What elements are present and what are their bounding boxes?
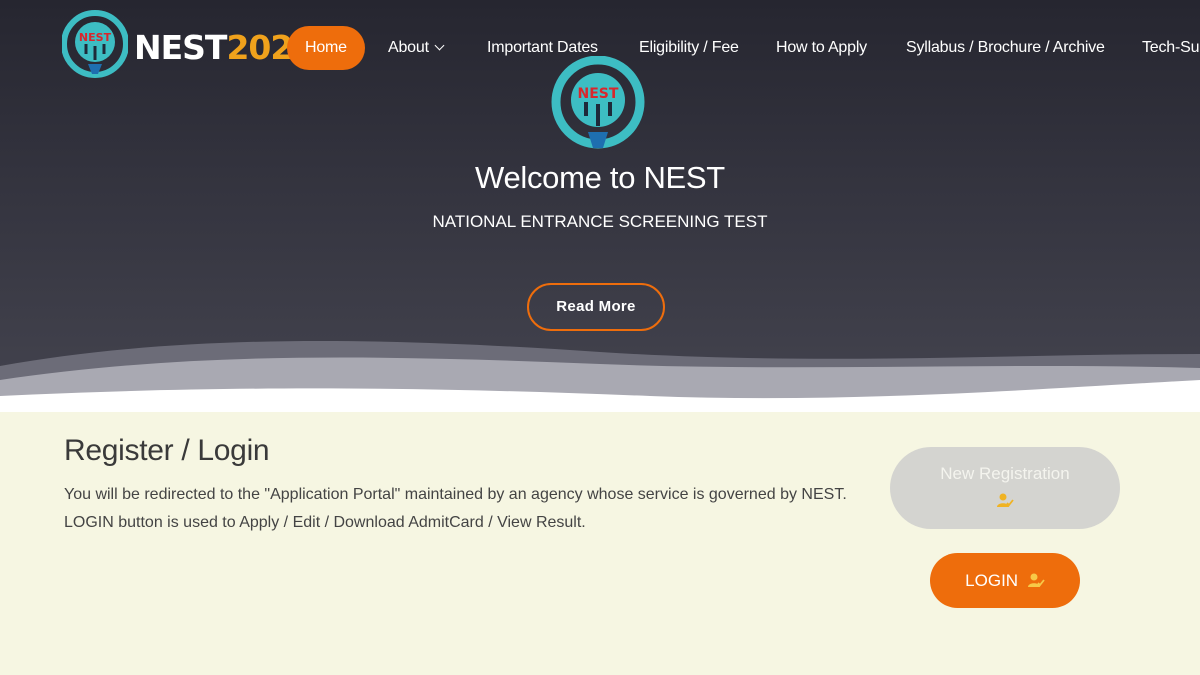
nav-how-to-apply[interactable]: How to Apply — [776, 26, 867, 70]
hero-title: Welcome to NEST — [475, 160, 725, 195]
nav-eligibility-fee[interactable]: Eligibility / Fee — [639, 26, 739, 70]
register-description-line1: You will be redirected to the "Applicati… — [64, 486, 847, 503]
wave-divider — [0, 340, 1200, 412]
emblem-text: NEST — [578, 86, 619, 102]
hero-subtitle: NATIONAL ENTRANCE SCREENING TEST — [432, 212, 768, 231]
register-login-title: Register / Login — [64, 434, 270, 467]
nav-syllabus-brochure-archive[interactable]: Syllabus / Brochure / Archive — [906, 26, 1105, 70]
register-description-line2: LOGIN button is used to Apply / Edit / D… — [64, 514, 586, 531]
nav-tech-support[interactable]: Tech-Sup — [1142, 26, 1200, 70]
user-check-icon — [997, 493, 1014, 507]
chevron-down-icon — [434, 40, 445, 51]
nav-home[interactable]: Home — [287, 26, 365, 70]
nav-about[interactable]: About — [388, 26, 445, 70]
read-more-button[interactable]: Read More — [527, 283, 665, 331]
nav-about-label: About — [388, 39, 429, 56]
new-registration-button[interactable]: New Registration — [890, 447, 1120, 529]
nest-emblem-icon: NEST — [551, 56, 645, 149]
new-registration-label: New Registration — [940, 464, 1070, 483]
login-button[interactable]: LOGIN — [930, 553, 1080, 608]
user-check-icon — [1027, 573, 1045, 587]
login-label: LOGIN — [965, 571, 1019, 590]
